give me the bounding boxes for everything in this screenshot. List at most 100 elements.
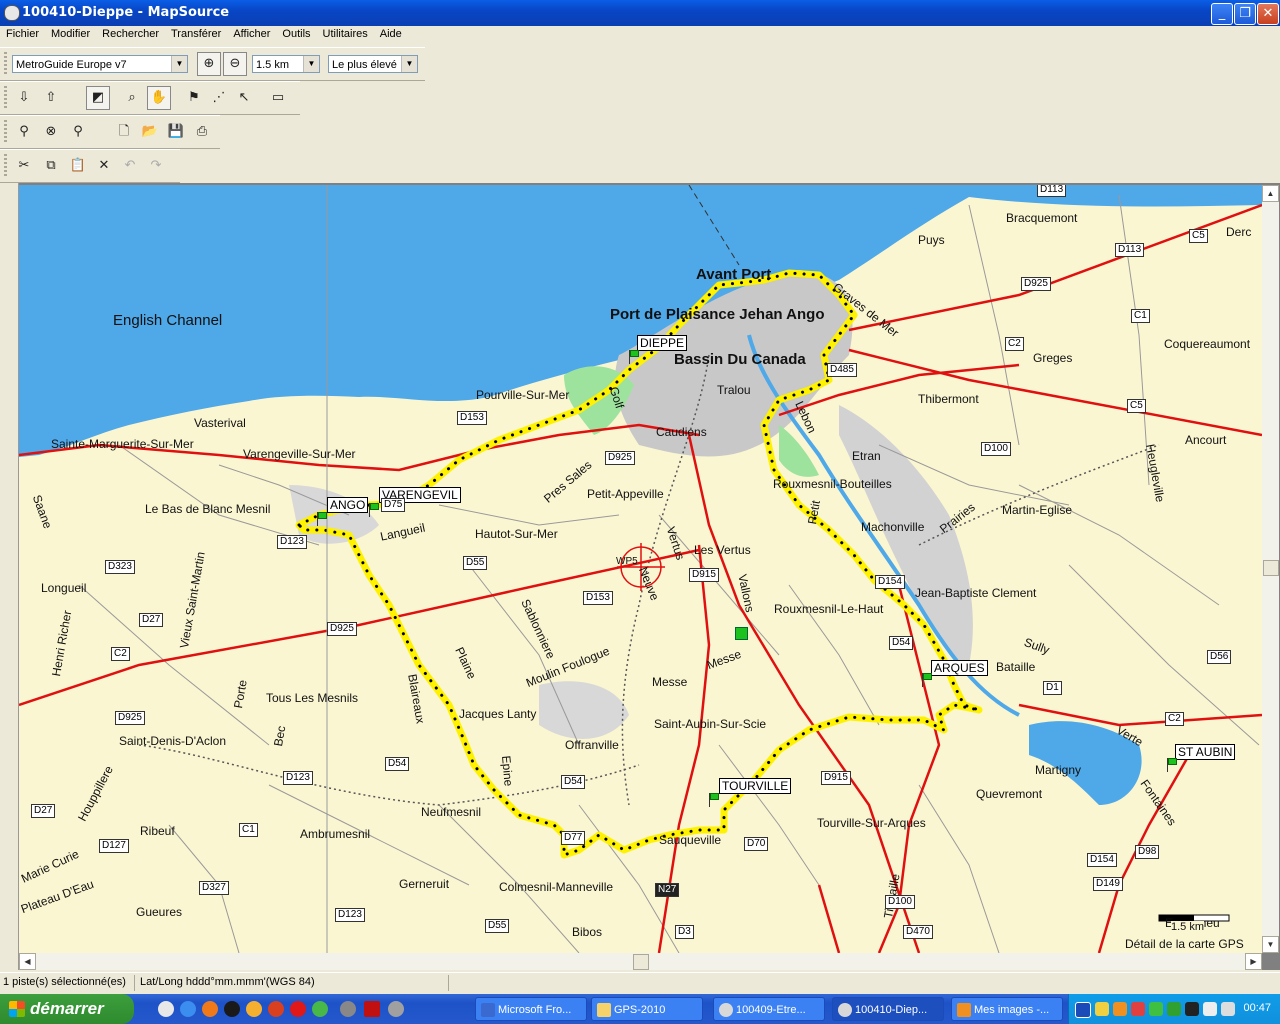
scroll-left-icon[interactable]: ◀ xyxy=(19,953,36,970)
tray-app-icon[interactable] xyxy=(1095,1002,1109,1016)
vertical-scroll-thumb[interactable] xyxy=(1263,560,1279,576)
menu-afficher[interactable]: Afficher xyxy=(227,26,276,40)
waypoint-flag-icon[interactable] xyxy=(922,673,932,687)
messenger-icon[interactable] xyxy=(246,1001,262,1017)
detail-level-select[interactable]: Le plus élevé ▼ xyxy=(328,55,418,73)
save-file-button[interactable]: 💾 xyxy=(164,120,188,144)
show-desktop-icon[interactable] xyxy=(158,1001,174,1017)
distance-tool-button[interactable]: ▭ xyxy=(266,86,290,110)
left-panel-collapsed[interactable] xyxy=(0,183,19,970)
app-icon[interactable] xyxy=(312,1001,328,1017)
detail-gps-label: Détail de la carte GPS xyxy=(1125,937,1244,951)
menu-rechercher[interactable]: Rechercher xyxy=(96,26,165,40)
selection-tool-button[interactable]: ↖ xyxy=(232,86,256,110)
print-button[interactable]: ⎙ xyxy=(190,120,214,144)
map-product-select[interactable]: MetroGuide Europe v7 ▼ xyxy=(12,55,188,73)
find-address-button[interactable]: ⚲ xyxy=(66,120,90,144)
chevron-down-icon[interactable]: ▼ xyxy=(171,56,187,72)
find-button[interactable]: ⚲ xyxy=(12,120,36,144)
tray-expand-icon[interactable] xyxy=(1075,1002,1091,1018)
horizontal-scrollbar[interactable]: ◀ ▶ xyxy=(19,953,1262,970)
waypoint-flag-icon[interactable] xyxy=(1167,758,1177,772)
find-nearest-button[interactable]: ⊗ xyxy=(39,120,63,144)
chevron-down-icon[interactable]: ▼ xyxy=(401,56,417,72)
menu-modifier[interactable]: Modifier xyxy=(45,26,96,40)
internet-explorer-icon[interactable] xyxy=(180,1001,196,1017)
waypoint-flag-icon[interactable] xyxy=(629,350,639,364)
firefox-icon[interactable] xyxy=(202,1001,218,1017)
app-icon[interactable] xyxy=(268,1001,284,1017)
scroll-right-icon[interactable]: ▶ xyxy=(1245,953,1262,970)
app-icon[interactable] xyxy=(290,1001,306,1017)
town-label-dieppe[interactable]: DIEPPE xyxy=(637,335,688,351)
taskbar-item-mes-images[interactable]: Mes images -... xyxy=(951,997,1063,1021)
binoculars-target-icon: ⊗ xyxy=(45,124,57,139)
tray-app-icon[interactable] xyxy=(1167,1002,1181,1016)
taskbar-item-gps-2010[interactable]: GPS-2010 xyxy=(591,997,703,1021)
hand-tool-button[interactable]: ✋ xyxy=(147,86,171,110)
minimize-button[interactable]: _ xyxy=(1211,3,1233,25)
zoom-in-icon: ⊕ xyxy=(203,56,215,71)
town-label-ango[interactable]: ANGO xyxy=(327,497,369,513)
menu-aide[interactable]: Aide xyxy=(374,26,408,40)
itunes-icon[interactable] xyxy=(388,1001,404,1017)
receive-from-device-button[interactable]: ⇩ xyxy=(12,86,36,110)
send-to-device-button[interactable]: ⇧ xyxy=(39,86,63,110)
waypoint-flag-icon[interactable] xyxy=(317,512,327,526)
waypoint-flag-icon[interactable] xyxy=(369,503,379,517)
place-label: Thibermont xyxy=(918,392,979,406)
app-icon[interactable] xyxy=(340,1001,356,1017)
map-canvas[interactable]: English Channel Avant Port Port de Plais… xyxy=(19,185,1262,953)
copy-button[interactable]: ⧉ xyxy=(39,154,63,178)
restore-button[interactable]: ❐ xyxy=(1234,3,1256,25)
zoom-tool-button[interactable]: ⌕ xyxy=(120,86,144,110)
printer-icon: ⎙ xyxy=(196,124,208,139)
toolbar-grip[interactable] xyxy=(4,154,7,178)
town-label-st-aubin[interactable]: ST AUBIN xyxy=(1175,744,1236,760)
town-label-tourville[interactable]: TOURVILLE xyxy=(719,778,792,794)
tray-app-icon[interactable] xyxy=(1113,1002,1127,1016)
redo-button[interactable]: ↷ xyxy=(144,154,168,178)
route-tool-button[interactable]: ⋰ xyxy=(207,86,231,110)
tray-app-icon[interactable] xyxy=(1185,1002,1199,1016)
map-tool-button[interactable]: ◩ xyxy=(86,86,110,110)
new-file-button[interactable]: 🗋 xyxy=(112,120,136,144)
vertical-scrollbar[interactable]: ▲ ▼ xyxy=(1262,185,1279,953)
zoom-scale-select[interactable]: 1.5 km ▼ xyxy=(252,55,320,73)
start-label: démarrer xyxy=(30,999,104,1018)
tray-app-icon[interactable] xyxy=(1131,1002,1145,1016)
tray-app-icon[interactable] xyxy=(1149,1002,1163,1016)
scroll-up-icon[interactable]: ▲ xyxy=(1262,185,1279,202)
zoom-out-button[interactable]: ⊖ xyxy=(223,52,247,76)
undo-button[interactable]: ↶ xyxy=(118,154,142,178)
menu-utilitaires[interactable]: Utilitaires xyxy=(317,26,374,40)
menu-outils[interactable]: Outils xyxy=(276,26,316,40)
open-file-button[interactable]: 📂 xyxy=(138,120,162,144)
taskbar-item-mapsource-100410[interactable]: 100410-Diep... xyxy=(832,997,944,1021)
start-button[interactable]: démarrer xyxy=(0,994,134,1024)
filezilla-icon[interactable] xyxy=(364,1001,380,1017)
close-button[interactable]: ✕ xyxy=(1257,3,1279,25)
scroll-down-icon[interactable]: ▼ xyxy=(1262,936,1279,953)
tray-network-icon[interactable] xyxy=(1203,1002,1217,1016)
toolbar-grip[interactable] xyxy=(4,52,7,76)
toolbar-grip[interactable] xyxy=(4,120,7,144)
menu-fichier[interactable]: Fichier xyxy=(0,26,45,40)
paste-button[interactable]: 📋 xyxy=(66,154,90,178)
delete-button[interactable]: ✕ xyxy=(92,154,116,178)
tray-volume-icon[interactable] xyxy=(1221,1002,1235,1016)
town-label-arques[interactable]: ARQUES xyxy=(931,660,988,676)
taskbar-item-frontpage[interactable]: Microsoft Fro... xyxy=(475,997,587,1021)
chevron-down-icon[interactable]: ▼ xyxy=(303,56,319,72)
waypoint-tool-button[interactable]: ⚑ xyxy=(182,86,206,110)
poi-plus-icon[interactable] xyxy=(735,627,748,640)
taskbar-item-mapsource-100409[interactable]: 100409-Etre... xyxy=(713,997,825,1021)
zoom-in-button[interactable]: ⊕ xyxy=(197,52,221,76)
toolbar-grip[interactable] xyxy=(4,86,7,110)
cut-button[interactable]: ✂ xyxy=(12,154,36,178)
waypoint-flag-icon[interactable] xyxy=(709,793,719,807)
horizontal-scroll-thumb[interactable] xyxy=(633,954,649,970)
media-player-icon[interactable] xyxy=(224,1001,240,1017)
place-label: Neufmesnil xyxy=(421,805,482,819)
menu-transferer[interactable]: Transférer xyxy=(165,26,227,40)
